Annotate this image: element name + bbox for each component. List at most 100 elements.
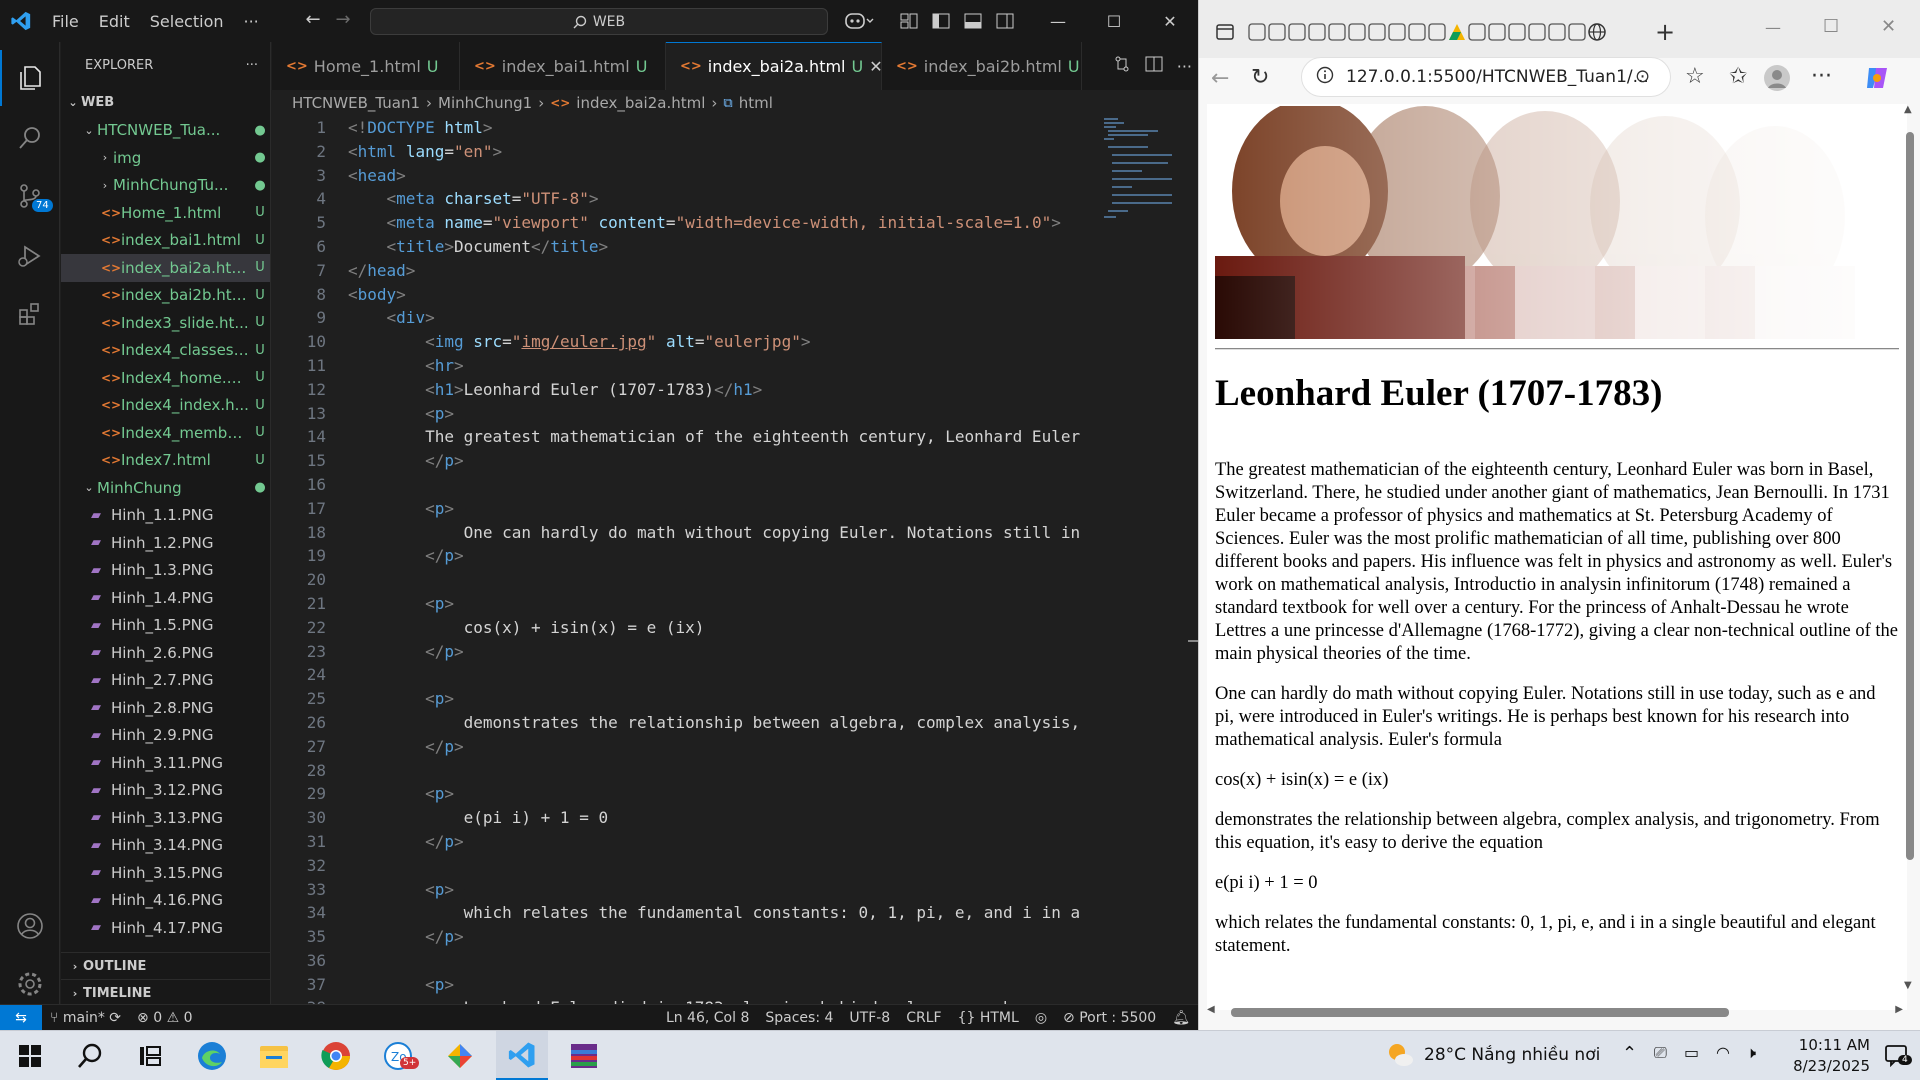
- notifications-icon[interactable]: 4: [1884, 1043, 1912, 1071]
- scroll-right-icon[interactable]: ▶: [1895, 1004, 1903, 1015]
- language-mode[interactable]: {} HTML: [950, 1010, 1027, 1026]
- breadcrumb-item[interactable]: HTCNWEB_Tuan1: [292, 94, 420, 112]
- layout-customize-icon[interactable]: [900, 12, 918, 30]
- file-tree-item[interactable]: <> Index4_index.h... U: [61, 392, 270, 420]
- menu-more[interactable]: ···: [234, 12, 269, 31]
- close-icon[interactable]: ✕: [1142, 0, 1198, 42]
- refresh-icon[interactable]: ↻: [1251, 65, 1269, 90]
- file-tree-item[interactable]: <> Index4_home.h... U: [61, 364, 270, 392]
- scroll-up-icon[interactable]: ▲: [1904, 104, 1912, 115]
- address-bar[interactable]: 127.0.0.1:5500/HTCNWEB_Tuan1/...: [1301, 57, 1671, 97]
- edge-taskbar-icon[interactable]: [186, 1031, 238, 1080]
- site-info-icon[interactable]: [1316, 66, 1334, 89]
- taskbar-search-icon[interactable]: [64, 1031, 116, 1080]
- file-tree-item[interactable]: <> Index3_slide.ht... U: [61, 309, 270, 337]
- copilot-icon[interactable]: [844, 11, 874, 31]
- tab-index-bai2a[interactable]: <> index_bai2a.html U ✕: [666, 42, 883, 90]
- cursor-position[interactable]: Ln 46, Col 8: [658, 1010, 757, 1026]
- encoding[interactable]: UTF-8: [841, 1010, 898, 1026]
- folder-minhchung[interactable]: ⌄ MinhChung ●: [61, 474, 270, 502]
- split-editor-icon[interactable]: [1145, 55, 1163, 77]
- file-tree-item[interactable]: › MinhChungTu... ●: [61, 172, 270, 200]
- browser-close-icon[interactable]: ✕: [1881, 16, 1896, 37]
- scrollbar-thumb[interactable]: [1906, 132, 1914, 860]
- extensions-icon[interactable]: [0, 286, 60, 342]
- image-file-item[interactable]: ▰ Hinh_3.11.PNG: [61, 749, 270, 777]
- branch-indicator[interactable]: ⑂ main* ⟳: [42, 1010, 129, 1026]
- outline-section[interactable]: › OUTLINE: [61, 952, 270, 980]
- tab-actions-icon[interactable]: [1215, 22, 1235, 46]
- menu-edit[interactable]: Edit: [89, 12, 140, 31]
- file-tree-item[interactable]: › img ●: [61, 144, 270, 172]
- tab-index-bai1[interactable]: <> index_bai1.html U: [460, 42, 666, 90]
- file-explorer-icon[interactable]: [248, 1031, 300, 1080]
- image-file-item[interactable]: ▰ Hinh_3.15.PNG: [61, 859, 270, 887]
- task-view-icon[interactable]: [124, 1031, 176, 1080]
- vscode-logo-icon[interactable]: [0, 0, 42, 42]
- image-file-item[interactable]: ▰ Hinh_1.2.PNG: [61, 529, 270, 557]
- browser-maximize-icon[interactable]: ☐: [1823, 16, 1839, 37]
- pinned-tabs-strip[interactable]: [1247, 20, 1627, 44]
- image-file-item[interactable]: ▰ Hinh_4.16.PNG: [61, 887, 270, 915]
- explorer-icon[interactable]: [0, 50, 60, 106]
- favorites-icon[interactable]: ✩: [1729, 64, 1747, 89]
- problems-indicator[interactable]: ⊗ 0 ⚠ 0: [129, 1010, 200, 1026]
- open-changes-icon[interactable]: [1113, 55, 1131, 77]
- copilot-browser-icon[interactable]: [1863, 64, 1891, 96]
- pinned-app-icon[interactable]: [434, 1031, 486, 1080]
- image-file-item[interactable]: ▰ Hinh_3.14.PNG: [61, 832, 270, 860]
- timeline-section[interactable]: › TIMELINE: [61, 979, 270, 1004]
- file-tree-item[interactable]: <> Home_1.html U: [61, 199, 270, 227]
- search-icon[interactable]: [0, 110, 60, 166]
- menu-file[interactable]: File: [42, 12, 89, 31]
- browser-minimize-icon[interactable]: —: [1765, 18, 1781, 37]
- breadcrumb-item[interactable]: html: [739, 94, 773, 112]
- chrome-icon[interactable]: [310, 1031, 362, 1080]
- file-tree-item[interactable]: <> index_bai1.html U: [61, 227, 270, 255]
- volume-muted-icon[interactable]: 🕨︎: [1746, 1043, 1756, 1063]
- image-file-item[interactable]: ▰ Hinh_1.4.PNG: [61, 584, 270, 612]
- maximize-icon[interactable]: ☐: [1086, 0, 1142, 42]
- code-editor[interactable]: 1 <!DOCTYPE html> 2 <html lang="en"> 3 <head>…: [272, 116, 1092, 1004]
- editor-more-icon[interactable]: ···: [1177, 57, 1192, 76]
- wifi-icon[interactable]: ◠: [1716, 1043, 1730, 1062]
- favorite-star-icon[interactable]: ☆: [1685, 64, 1705, 89]
- minimize-icon[interactable]: —: [1030, 0, 1086, 42]
- web-page-viewport[interactable]: Leonhard Euler (1707-1783) The greatest …: [1207, 104, 1907, 1010]
- forward-arrow-icon[interactable]: →: [326, 9, 360, 30]
- menu-selection[interactable]: Selection: [140, 12, 234, 31]
- image-file-item[interactable]: ▰ Hinh_4.17.PNG: [61, 914, 270, 942]
- image-file-item[interactable]: ▰ Hinh_2.8.PNG: [61, 694, 270, 722]
- image-file-item[interactable]: ▰ Hinh_1.3.PNG: [61, 557, 270, 585]
- file-tree-item[interactable]: <> Index4_classes.... U: [61, 337, 270, 365]
- notifications-bell-icon[interactable]: 🔔︎: [1164, 1010, 1198, 1026]
- show-hidden-icons-icon[interactable]: ⌃: [1622, 1043, 1637, 1064]
- tab-close-icon[interactable]: ✕: [869, 57, 882, 76]
- device-icon[interactable]: ⎚: [1654, 1043, 1667, 1063]
- breadcrumb-item[interactable]: MinhChung1: [438, 94, 532, 112]
- image-file-item[interactable]: ▰ Hinh_2.7.PNG: [61, 667, 270, 695]
- sync-icon[interactable]: ⟳: [109, 1010, 121, 1026]
- image-file-item[interactable]: ▰ Hinh_3.12.PNG: [61, 777, 270, 805]
- clock[interactable]: 10:11 AM 8/23/2025: [1780, 1035, 1870, 1077]
- image-file-item[interactable]: ▰ Hinh_1.1.PNG: [61, 502, 270, 530]
- live-server-port[interactable]: ⊘ Port : 5500: [1055, 1010, 1164, 1026]
- copilot-status-icon[interactable]: ◎: [1027, 1010, 1055, 1026]
- project-folder[interactable]: ⌄ HTCNWEB_Tua... ●: [61, 117, 270, 145]
- winrar-icon[interactable]: [558, 1031, 610, 1080]
- indentation[interactable]: Spaces: 4: [757, 1010, 841, 1026]
- mail-app-icon[interactable]: Zo 5+: [372, 1031, 424, 1080]
- account-icon[interactable]: [0, 898, 60, 954]
- source-control-icon[interactable]: 74: [0, 168, 60, 224]
- profile-avatar[interactable]: [1763, 64, 1791, 96]
- scroll-down-icon[interactable]: ▼: [1904, 980, 1912, 991]
- image-file-item[interactable]: ▰ Hinh_2.6.PNG: [61, 639, 270, 667]
- file-tree-item[interactable]: <> Index4_membe... U: [61, 419, 270, 447]
- scroll-left-icon[interactable]: ◀: [1207, 1004, 1215, 1015]
- toggle-primary-sidebar-icon[interactable]: [932, 12, 950, 30]
- weather-widget[interactable]: 28°C Nắng nhiều nơi: [1386, 1041, 1600, 1069]
- image-file-item[interactable]: ▰ Hinh_3.13.PNG: [61, 804, 270, 832]
- tab-index-bai2b[interactable]: <> index_bai2b.html U: [882, 42, 1082, 90]
- editor-scrollbar[interactable]: [1184, 116, 1198, 1004]
- vertical-scrollbar[interactable]: ▲ ▼: [1904, 104, 1916, 994]
